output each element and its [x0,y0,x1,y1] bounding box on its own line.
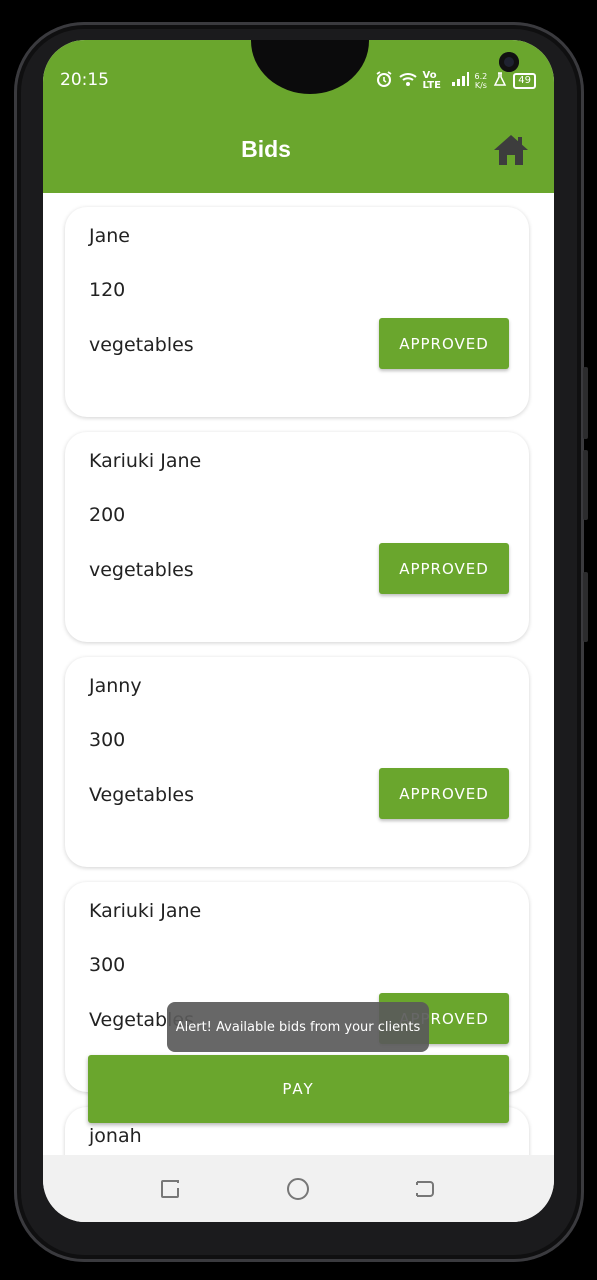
bid-product: vegetables [89,559,194,581]
network-speed: 6.2 K/s [475,72,488,90]
volte-label: Vo LTE [422,70,441,91]
pay-button[interactable]: PAY [88,1055,509,1123]
power-button [583,572,588,642]
bid-amount: 300 [89,954,126,976]
bid-product: vegetables [89,334,194,356]
screen: 20:15 Vo LTE 6.2 K/s 49 Bids Jane 120 ve… [43,40,554,1222]
volume-down-button [583,450,588,520]
bid-amount: 200 [89,504,126,526]
status-icons: Vo LTE 6.2 K/s 49 [375,70,536,92]
home-nav-icon[interactable] [286,1177,310,1201]
home-icon[interactable] [493,134,529,166]
bid-amount: 300 [89,729,126,751]
approved-button[interactable]: APPROVED [379,768,509,819]
wifi-icon [398,71,417,91]
speed-unit: K/s [474,81,487,90]
bid-product: Vegetables [89,784,194,806]
bid-name: Kariuki Jane [89,450,202,472]
app-bar: 20:15 Vo LTE 6.2 K/s 49 Bids [43,40,554,193]
camera-icon [499,52,519,72]
signal-icon [451,72,469,90]
volume-up-button [583,367,588,439]
approved-button[interactable]: APPROVED [379,543,509,594]
bid-name: Jane [89,225,130,247]
bid-name: jonah [89,1125,142,1147]
bid-name: Kariuki Jane [89,900,202,922]
bid-card: Jane 120 vegetables APPROVED [65,207,529,417]
status-time: 20:15 [60,70,109,90]
flask-icon [493,72,507,90]
bid-card: Kariuki Jane 200 vegetables APPROVED [65,432,529,642]
alert-toast: Alert! Available bids from your clients [167,1002,429,1052]
page-title: Bids [241,136,291,162]
battery-icon: 49 [513,73,536,89]
back-icon[interactable] [413,1177,437,1201]
bid-card: Janny 300 Vegetables APPROVED [65,657,529,867]
recent-apps-icon[interactable] [158,1177,182,1201]
camera-notch [251,40,519,94]
alarm-icon [375,70,393,92]
approved-button[interactable]: APPROVED [379,318,509,369]
bid-name: Janny [89,675,142,697]
navigation-bar [43,1155,554,1222]
speed-value: 6.2 [474,72,488,81]
bid-amount: 120 [89,279,126,301]
